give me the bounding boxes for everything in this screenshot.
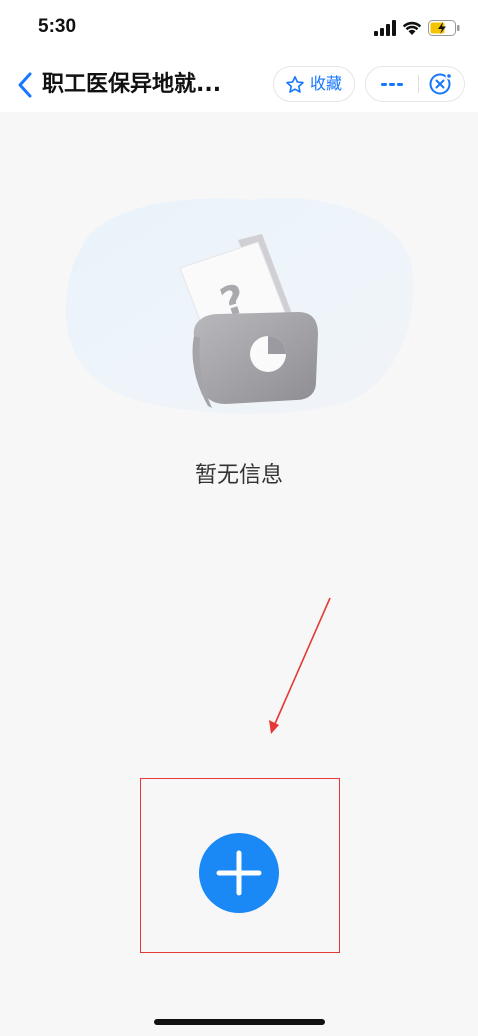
wifi-icon	[402, 21, 422, 35]
status-icons	[374, 20, 460, 40]
page-title: 职工医保异地就...	[42, 72, 222, 97]
nav-bar: 职工医保异地就... 收藏	[0, 58, 478, 112]
add-button[interactable]	[199, 833, 279, 913]
status-bar: 5:30	[0, 0, 478, 58]
close-mini-program-icon[interactable]	[419, 67, 465, 101]
favorite-label: 收藏	[310, 74, 343, 93]
empty-state-message: 暂无信息	[194, 463, 283, 488]
star-icon	[286, 76, 304, 93]
back-chevron-icon[interactable]	[14, 70, 38, 100]
home-indicator	[154, 1019, 325, 1025]
plus-icon	[216, 850, 262, 896]
battery-charging-icon	[428, 20, 460, 36]
signal-icon	[374, 20, 396, 36]
status-time: 5:30	[38, 16, 77, 37]
more-icon[interactable]	[366, 67, 418, 101]
favorite-button[interactable]: 收藏	[273, 66, 355, 102]
mini-program-capsule	[365, 66, 465, 102]
document-question-icon: ?	[65, 197, 414, 414]
annotation-arrow	[269, 597, 331, 734]
